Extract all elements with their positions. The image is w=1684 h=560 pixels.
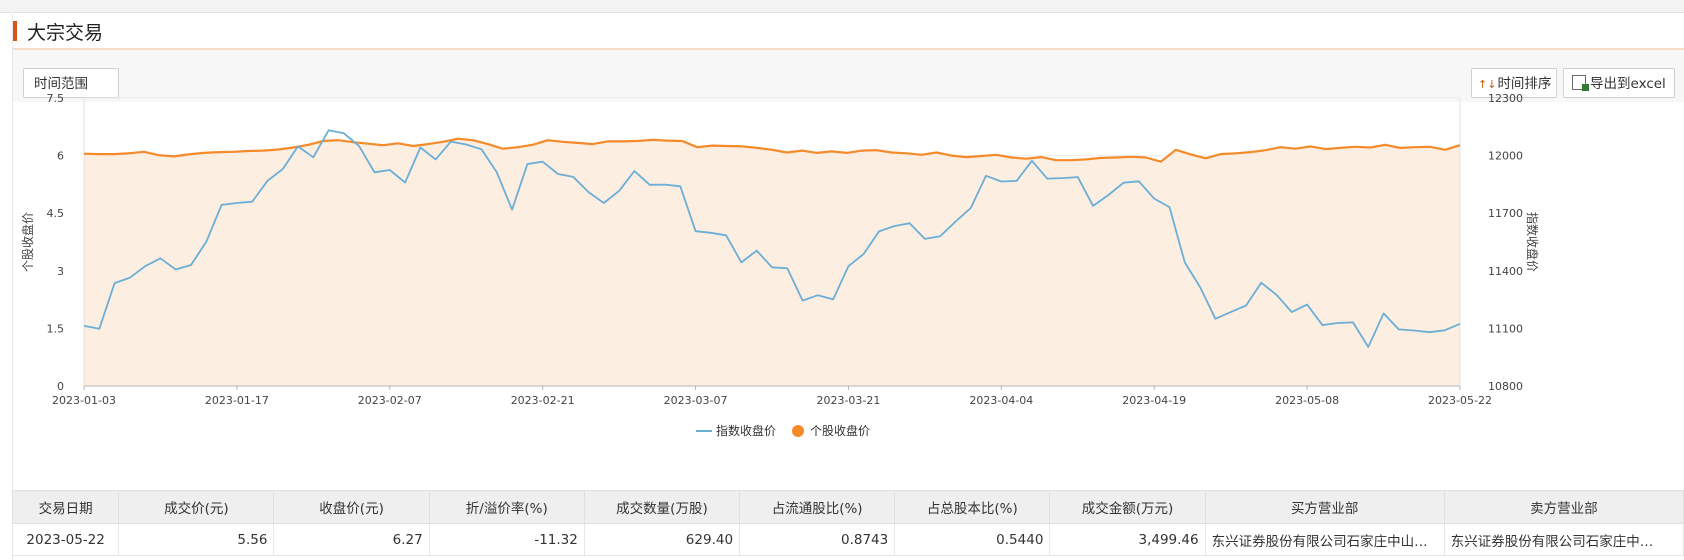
table-cell: 东兴证券股份有限公司石家庄中山… — [1204, 523, 1445, 556]
y-left-tick-label: 0 — [57, 380, 64, 393]
table-cell: 6.27 — [273, 523, 430, 556]
table-header-row: 交易日期 成交价(元) 收盘价(元) 折/溢价率(%) 成交数量(万股) 占流通股比(%)… — [11, 490, 1684, 524]
page-title: 大宗交易 — [27, 22, 104, 44]
legend-stock-label: 个股收盘价 — [810, 423, 870, 438]
y-left-tick-label: 3 — [57, 265, 64, 278]
column-header[interactable]: 收盘价(元) — [273, 490, 430, 524]
legend-stock-swatch — [792, 425, 804, 437]
x-tick-label: 2023-03-07 — [664, 394, 728, 407]
y-left-axis-title: 个股收盘价 — [20, 212, 35, 272]
y-left-tick-label: 1.5 — [47, 322, 65, 335]
price-chart: 0 1.5 3 4.5 6 7.5 10800 11100 11400 11700 12000 123… — [20, 92, 1540, 438]
table-row[interactable]: 2023-05-22 5.56 6.27 -11.32 629.40 0.8743 0.54… — [11, 523, 1684, 556]
y-right-tick-label: 11700 — [1488, 207, 1523, 220]
table-cell: 0.5440 — [894, 523, 1051, 556]
x-tick-label: 2023-05-08 — [1275, 394, 1339, 407]
y-right-tick-label: 11400 — [1488, 265, 1523, 278]
column-header[interactable]: 成交金额(万元) — [1049, 490, 1206, 524]
x-tick-label: 2023-04-04 — [969, 394, 1033, 407]
window-top-strip — [0, 0, 1684, 13]
column-header[interactable]: 成交数量(万股) — [583, 490, 741, 524]
x-tick-label: 2023-05-22 — [1428, 394, 1492, 407]
column-header[interactable]: 成交价(元) — [118, 490, 275, 524]
table-body: 2023-05-22 5.56 6.27 -11.32 629.40 0.8743 0.54… — [11, 523, 1684, 556]
table-cell: 2023-05-22 — [11, 523, 120, 556]
column-header[interactable]: 交易日期 — [11, 490, 120, 524]
legend-index-label: 指数收盘价 — [716, 423, 776, 438]
x-tick-label: 2023-03-21 — [816, 394, 880, 407]
table-cell: 3,499.46 — [1049, 523, 1206, 556]
x-tick-label: 2023-01-17 — [205, 394, 269, 407]
block-trade-table: 交易日期 成交价(元) 收盘价(元) 折/溢价率(%) 成交数量(万股) 占流通股比(%)… — [11, 490, 1684, 556]
panel-header: 大宗交易 — [13, 14, 1684, 50]
y-right-tick-label: 10800 — [1488, 380, 1523, 393]
y-right-axis-title: 指数收盘价 — [1525, 212, 1540, 272]
column-header[interactable]: 占总股本比(%) — [894, 490, 1051, 524]
y-left-tick-label: 7.5 — [47, 92, 65, 105]
column-header[interactable]: 占流通股比(%) — [739, 490, 896, 524]
x-tick-label: 2023-02-07 — [358, 394, 422, 407]
x-tick-label: 2023-02-21 — [511, 394, 575, 407]
table-cell: 629.40 — [583, 523, 741, 556]
y-right-tick-label: 11100 — [1488, 322, 1523, 335]
table-cell: -11.32 — [428, 523, 585, 556]
y-right-tick-label: 12000 — [1488, 150, 1523, 163]
y-right-tick-label: 12300 — [1488, 92, 1523, 105]
column-header[interactable]: 买方营业部 — [1204, 490, 1445, 524]
y-left-tick-label: 6 — [57, 150, 64, 163]
column-header[interactable]: 折/溢价率(%) — [428, 490, 585, 524]
title-accent-bar — [13, 21, 17, 41]
table-cell: 东兴证券股份有限公司石家庄中… — [1443, 523, 1684, 556]
x-tick-label: 2023-01-03 — [52, 394, 116, 407]
stock-price-area — [84, 138, 1460, 386]
table-cell: 0.8743 — [739, 523, 896, 556]
x-tick-label: 2023-04-19 — [1122, 394, 1186, 407]
column-header[interactable]: 卖方营业部 — [1443, 490, 1684, 524]
y-left-tick-label: 4.5 — [47, 207, 65, 220]
table-cell: 5.56 — [118, 523, 275, 556]
